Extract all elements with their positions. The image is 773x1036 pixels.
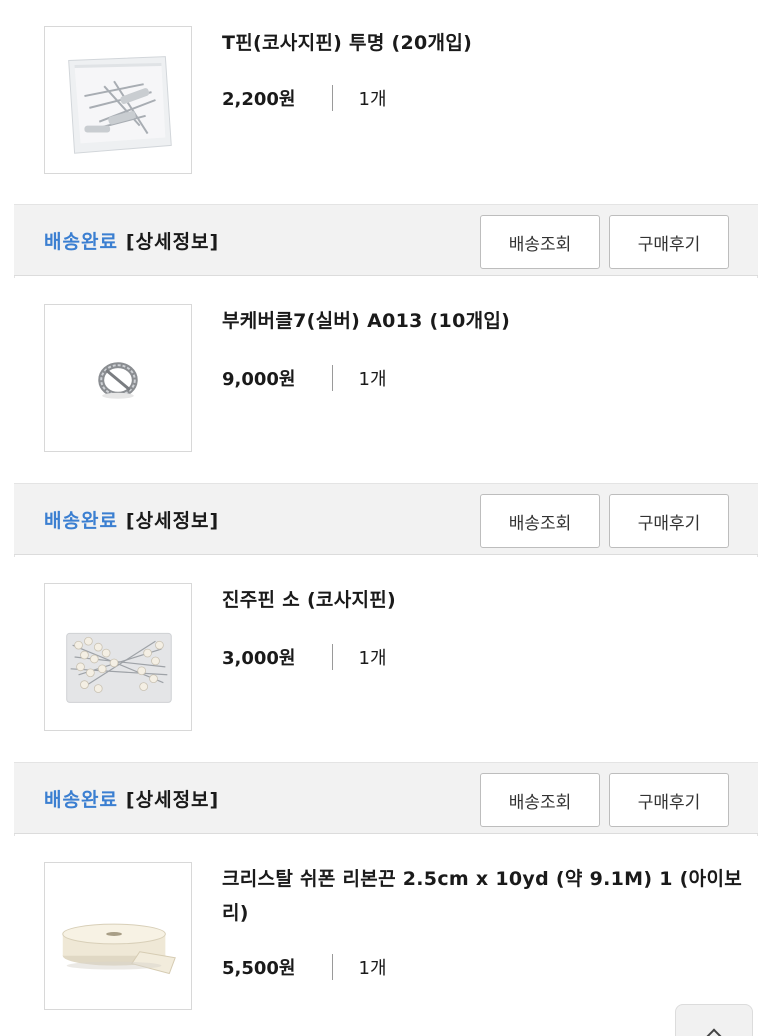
detail-link[interactable]: [상세정보] <box>126 510 219 532</box>
pearl-pin-pack-image <box>45 584 191 730</box>
write-review-button[interactable]: 구매후기 <box>609 494 729 548</box>
order-status-bar: 배송완료 [상세정보] 배송조회 구매후기 <box>14 762 758 834</box>
product-thumbnail[interactable] <box>44 304 192 452</box>
product-price: 5,500원 <box>222 958 296 979</box>
product-quantity: 1개 <box>358 89 387 110</box>
product-name[interactable]: T핀(코사지핀) 투명 (20개입) <box>222 26 742 60</box>
divider <box>331 954 333 980</box>
order-item: T핀(코사지핀) 투명 (20개입) 2,200원 1개 <box>14 0 758 205</box>
product-quantity: 1개 <box>358 958 387 979</box>
ivory-ribbon-roll-image <box>45 863 191 1009</box>
detail-link[interactable]: [상세정보] <box>126 789 219 811</box>
status-label: 배송완료 [상세정보] <box>44 506 219 533</box>
product-thumbnail[interactable] <box>44 26 192 174</box>
divider <box>331 365 333 391</box>
price-row: 9,000원 1개 <box>222 363 387 393</box>
divider <box>331 85 333 111</box>
write-review-button[interactable]: 구매후기 <box>609 773 729 827</box>
delivery-status: 배송완료 <box>44 789 118 811</box>
order-item: 크리스탈 쉬폰 리본끈 2.5cm x 10yd (약 9.1M) 1 (아이보… <box>14 836 758 1036</box>
product-thumbnail[interactable] <box>44 583 192 731</box>
price-row: 5,500원 1개 <box>222 952 387 982</box>
status-label: 배송완료 [상세정보] <box>44 227 219 254</box>
product-name[interactable]: 진주핀 소 (코사지핀) <box>222 583 742 617</box>
price-row: 3,000원 1개 <box>222 642 387 672</box>
clear-pin-bag-image <box>45 27 191 173</box>
order-status-bar: 배송완료 [상세정보] 배송조회 구매후기 <box>14 483 758 555</box>
track-delivery-button[interactable]: 배송조회 <box>480 773 600 827</box>
price-row: 2,200원 1개 <box>222 83 387 113</box>
delivery-status: 배송완료 <box>44 231 118 253</box>
product-quantity: 1개 <box>358 369 387 390</box>
delivery-status: 배송완료 <box>44 510 118 532</box>
divider <box>331 644 333 670</box>
order-item: 부케버클7(실버) A013 (10개입) 9,000원 1개 <box>14 278 758 483</box>
product-price: 3,000원 <box>222 648 296 669</box>
track-delivery-button[interactable]: 배송조회 <box>480 215 600 269</box>
product-quantity: 1개 <box>358 648 387 669</box>
silver-buckle-image <box>45 305 191 451</box>
scroll-to-top-button[interactable] <box>675 1004 753 1036</box>
chevron-up-icon <box>705 1028 723 1036</box>
product-name[interactable]: 크리스탈 쉬폰 리본끈 2.5cm x 10yd (약 9.1M) 1 (아이보… <box>222 862 742 930</box>
product-price: 9,000원 <box>222 369 296 390</box>
product-price: 2,200원 <box>222 89 296 110</box>
track-delivery-button[interactable]: 배송조회 <box>480 494 600 548</box>
order-status-bar: 배송완료 [상세정보] 배송조회 구매후기 <box>14 204 758 276</box>
product-name[interactable]: 부케버클7(실버) A013 (10개입) <box>222 304 742 338</box>
order-item: 진주핀 소 (코사지핀) 3,000원 1개 <box>14 557 758 762</box>
product-thumbnail[interactable] <box>44 862 192 1010</box>
status-label: 배송완료 [상세정보] <box>44 785 219 812</box>
write-review-button[interactable]: 구매후기 <box>609 215 729 269</box>
detail-link[interactable]: [상세정보] <box>126 231 219 253</box>
